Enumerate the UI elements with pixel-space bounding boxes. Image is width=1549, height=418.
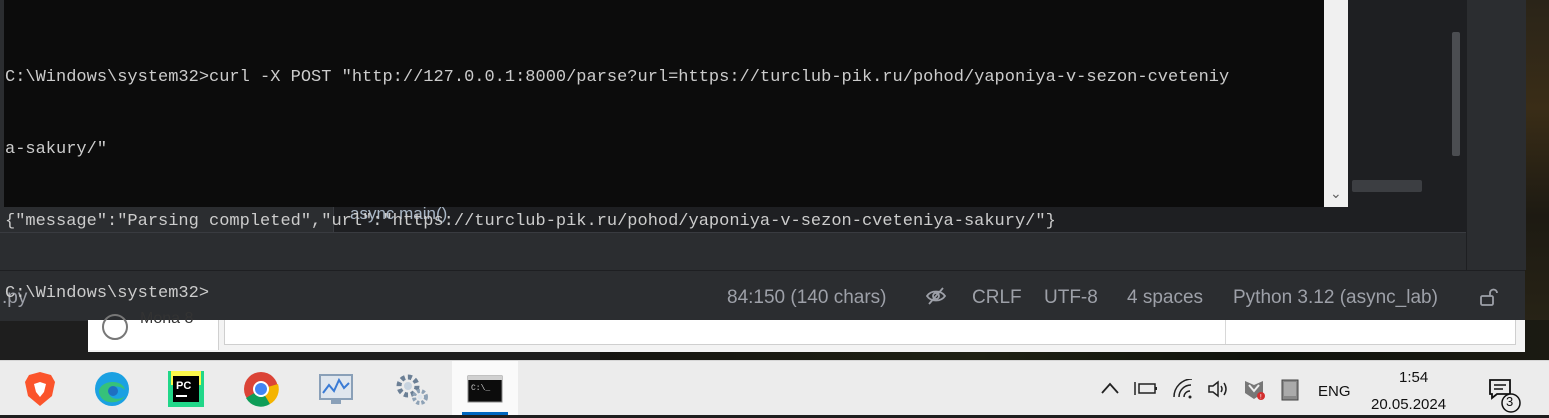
unlock-icon[interactable] (1478, 287, 1498, 313)
wifi-icon[interactable] (1172, 378, 1196, 404)
brave-icon[interactable] (20, 369, 60, 409)
desktop-wallpaper (1525, 0, 1549, 360)
taskbar: PC C:\_ ! ENG 1:54 20.05.2024 3 (0, 360, 1549, 415)
terminal-output[interactable]: C:\Windows\system32>curl -X POST "http:/… (5, 18, 1229, 354)
terminal-scrollbar[interactable]: ⌄ (1324, 0, 1348, 207)
ide-editor-gutter-panel (1348, 0, 1466, 232)
svg-text:C:\_: C:\_ (471, 384, 490, 393)
terminal-line: a-sakury/" (5, 140, 108, 159)
ide-right-toolbar (1466, 0, 1526, 270)
ide-horizontal-scrollbar[interactable] (1352, 180, 1422, 192)
mcafee-shield-icon[interactable]: ! (1242, 379, 1266, 406)
cmd-icon[interactable]: C:\_ (465, 369, 505, 409)
pycharm-icon[interactable]: PC (166, 369, 206, 409)
tablet-icon[interactable] (1280, 379, 1300, 406)
battery-plug-icon[interactable] (1134, 379, 1158, 402)
monitor-icon[interactable] (316, 369, 356, 409)
clock-date[interactable]: 20.05.2024 (1371, 396, 1446, 413)
svg-text:!: ! (1260, 394, 1262, 401)
language-indicator[interactable]: ENG (1318, 383, 1351, 400)
taskbar-item-cmd[interactable]: C:\_ (452, 361, 518, 415)
notification-icon[interactable] (1487, 377, 1523, 418)
svg-text:PC: PC (176, 380, 191, 392)
clock-time[interactable]: 1:54 (1399, 369, 1428, 386)
volume-icon[interactable] (1207, 379, 1231, 404)
terminal-prompt[interactable]: C:\Windows\system32> (5, 282, 1229, 306)
cmd-terminal-window[interactable]: C:\Windows\system32>curl -X POST "http:/… (4, 0, 1348, 303)
chevron-down-icon[interactable]: ⌄ (1330, 186, 1342, 202)
edge-icon[interactable] (92, 369, 132, 409)
terminal-line: {"message":"Parsing completed","url":"ht… (5, 212, 1056, 231)
chrome-icon[interactable] (241, 369, 281, 409)
chevron-up-icon[interactable] (1100, 381, 1120, 400)
terminal-line: C:\Windows\system32>curl -X POST "http:/… (5, 68, 1230, 87)
ide-vertical-scrollbar[interactable] (1452, 32, 1460, 156)
status-interpreter[interactable]: Python 3.12 (async_lab) (1233, 287, 1438, 309)
notification-count: 3 (1506, 394, 1514, 409)
gears-icon[interactable] (392, 369, 432, 409)
